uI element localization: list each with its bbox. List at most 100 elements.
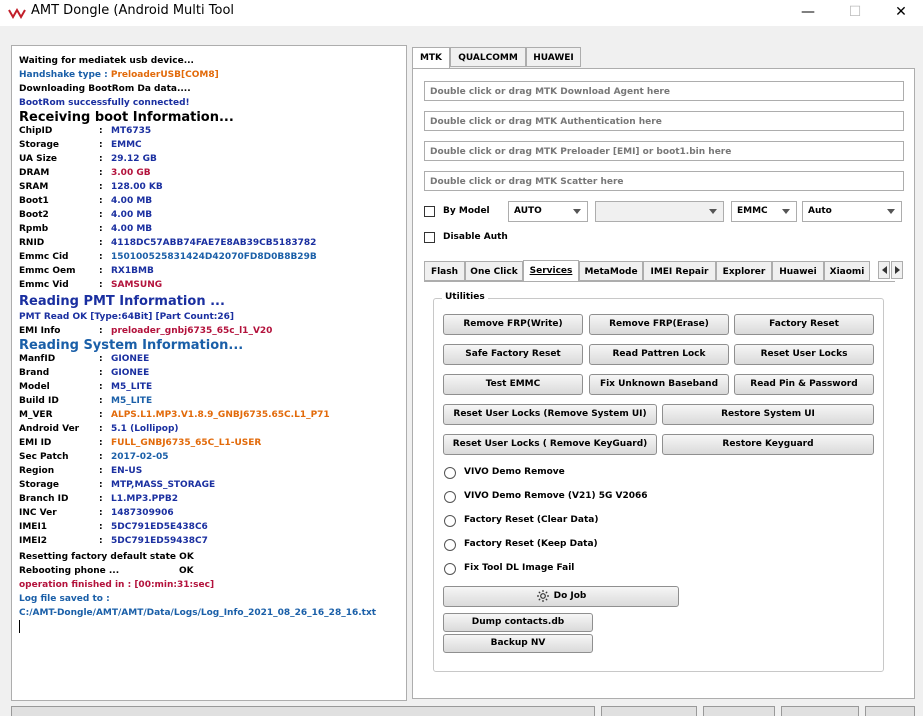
info-label: ManfID xyxy=(19,354,56,364)
info-label: ChipID xyxy=(19,126,53,136)
log-line: PMT Read OK [Type:64Bit] [Part Count:26] xyxy=(19,312,235,322)
tab-services[interactable]: Services xyxy=(523,260,579,281)
info-label: DRAM xyxy=(19,168,50,178)
tab-qualcomm[interactable]: QUALCOMM xyxy=(450,47,526,67)
info-value: 5.1 (Lollipop) xyxy=(111,424,179,434)
restore-keyguard-button[interactable]: Restore Keyguard xyxy=(662,434,874,455)
sub-tab-area: Flash One Click Services MetaMode IMEI R… xyxy=(424,69,905,689)
info-label: IMEI2 xyxy=(19,536,48,546)
colon: : xyxy=(99,508,103,518)
colon: : xyxy=(99,280,103,290)
tab-mtk[interactable]: MTK xyxy=(412,47,450,69)
bottom-button[interactable] xyxy=(601,706,697,716)
info-value: 4.00 MB xyxy=(111,210,153,220)
restore-system-ui-button[interactable]: Restore System UI xyxy=(662,404,874,425)
info-label: RNID xyxy=(19,238,45,248)
tab-explorer[interactable]: Explorer xyxy=(716,261,772,281)
info-label: Build ID xyxy=(19,396,59,406)
info-label: Storage xyxy=(19,140,60,150)
colon: : xyxy=(99,326,103,336)
tab-one-click[interactable]: One Click xyxy=(465,261,523,281)
log-heading: Reading System Information... xyxy=(19,338,244,353)
mtk-tab-panel: Double click or drag MTK Download Agent … xyxy=(412,68,915,699)
radio-label: Factory Reset (Clear Data) xyxy=(464,515,599,525)
colon: : xyxy=(99,424,103,434)
read-pin-password-button[interactable]: Read Pin & Password xyxy=(734,374,874,395)
colon: : xyxy=(99,196,103,206)
info-value: MT6735 xyxy=(111,126,152,136)
reset-locks-keyguard-button[interactable]: Reset User Locks ( Remove KeyGuard) xyxy=(443,434,657,455)
log-panel[interactable]: Waiting for mediatek usb device... Hands… xyxy=(11,45,407,701)
info-value: 4.00 MB xyxy=(111,196,153,206)
info-value: RX1BMB xyxy=(111,266,154,276)
maximize-button[interactable]: ☐ xyxy=(832,0,878,26)
factory-reset-keep-radio[interactable] xyxy=(444,539,456,551)
colon: : xyxy=(99,224,103,234)
info-value: GIONEE xyxy=(111,354,150,364)
reset-user-locks-button[interactable]: Reset User Locks xyxy=(734,344,874,365)
colon: : xyxy=(99,266,103,276)
tab-xiaomi[interactable]: Xiaomi xyxy=(824,261,870,281)
colon: : xyxy=(99,410,103,420)
info-value: GIONEE xyxy=(111,368,150,378)
info-value: 4.00 MB xyxy=(111,224,153,234)
colon: : xyxy=(99,396,103,406)
reset-state-text: Resetting factory default state xyxy=(19,552,177,562)
remove-frp-erase-button[interactable]: Remove FRP(Erase) xyxy=(589,314,729,335)
info-value: MTP,MASS_STORAGE xyxy=(111,480,216,490)
fix-tool-dl-radio[interactable] xyxy=(444,563,456,575)
info-value: 3.00 GB xyxy=(111,168,151,178)
log-line: Log file saved to : xyxy=(19,594,110,604)
text-cursor xyxy=(19,620,20,633)
fix-unknown-baseband-button[interactable]: Fix Unknown Baseband xyxy=(589,374,729,395)
emi-info-label: EMI Info xyxy=(19,326,61,336)
remove-frp-write-button[interactable]: Remove FRP(Write) xyxy=(443,314,583,335)
log-heading: Receiving boot Information... xyxy=(19,110,234,125)
log-line: Rebooting phone ... OK xyxy=(19,566,194,576)
close-button[interactable]: ✕ xyxy=(878,0,923,26)
ok-text: OK xyxy=(179,552,194,562)
safe-factory-reset-button[interactable]: Safe Factory Reset xyxy=(443,344,583,365)
info-label: M_VER xyxy=(19,410,53,420)
read-pattern-lock-button[interactable]: Read Pattren Lock xyxy=(589,344,729,365)
info-label: UA Size xyxy=(19,154,58,164)
tab-huawei-sub[interactable]: Huawei xyxy=(772,261,824,281)
dump-contacts-button[interactable]: Dump contacts.db xyxy=(443,613,593,632)
vivo-demo-remove-radio[interactable] xyxy=(444,467,456,479)
factory-reset-button[interactable]: Factory Reset xyxy=(734,314,874,335)
log-line: Downloading BootRom Da data.... xyxy=(19,84,191,94)
info-label: SRAM xyxy=(19,182,49,192)
info-label: Region xyxy=(19,466,55,476)
tab-scroll-left-button[interactable] xyxy=(878,261,890,279)
info-label: EMI ID xyxy=(19,438,52,448)
backup-nv-button[interactable]: Backup NV xyxy=(443,634,593,653)
minimize-button[interactable]: — xyxy=(785,0,831,26)
info-label: Emmc Cid xyxy=(19,252,69,262)
log-path[interactable]: C:/AMT-Dongle/AMT/AMT/Data/Logs/Log_Info… xyxy=(19,608,376,618)
tab-scroll-right-button[interactable] xyxy=(891,261,903,279)
info-label: Boot2 xyxy=(19,210,49,220)
rebooting-text: Rebooting phone ... xyxy=(19,566,120,576)
tab-imei-repair[interactable]: IMEI Repair xyxy=(643,261,716,281)
ok-text: OK xyxy=(179,566,194,576)
tab-flash[interactable]: Flash xyxy=(424,261,465,281)
info-label: IMEI1 xyxy=(19,522,48,532)
tab-huawei[interactable]: HUAWEI xyxy=(526,47,581,67)
bottom-button[interactable] xyxy=(703,706,775,716)
do-job-button[interactable]: Do Job xyxy=(443,586,679,607)
bottom-button[interactable] xyxy=(865,706,915,716)
radio-label: Factory Reset (Keep Data) xyxy=(464,539,598,549)
chevron-left-icon xyxy=(882,266,887,274)
info-label: Sec Patch xyxy=(19,452,69,462)
vivo-demo-remove-v21-radio[interactable] xyxy=(444,491,456,503)
tab-metamode[interactable]: MetaMode xyxy=(579,261,643,281)
radio-label: VIVO Demo Remove (V21) 5G V2066 xyxy=(464,491,648,501)
bottom-button[interactable] xyxy=(781,706,859,716)
colon: : xyxy=(99,238,103,248)
factory-reset-clear-radio[interactable] xyxy=(444,515,456,527)
colon: : xyxy=(99,382,103,392)
test-emmc-button[interactable]: Test EMMC xyxy=(443,374,583,395)
colon: : xyxy=(99,480,103,490)
reset-locks-system-ui-button[interactable]: Reset User Locks (Remove System UI) xyxy=(443,404,657,425)
info-label: Storage xyxy=(19,480,60,490)
